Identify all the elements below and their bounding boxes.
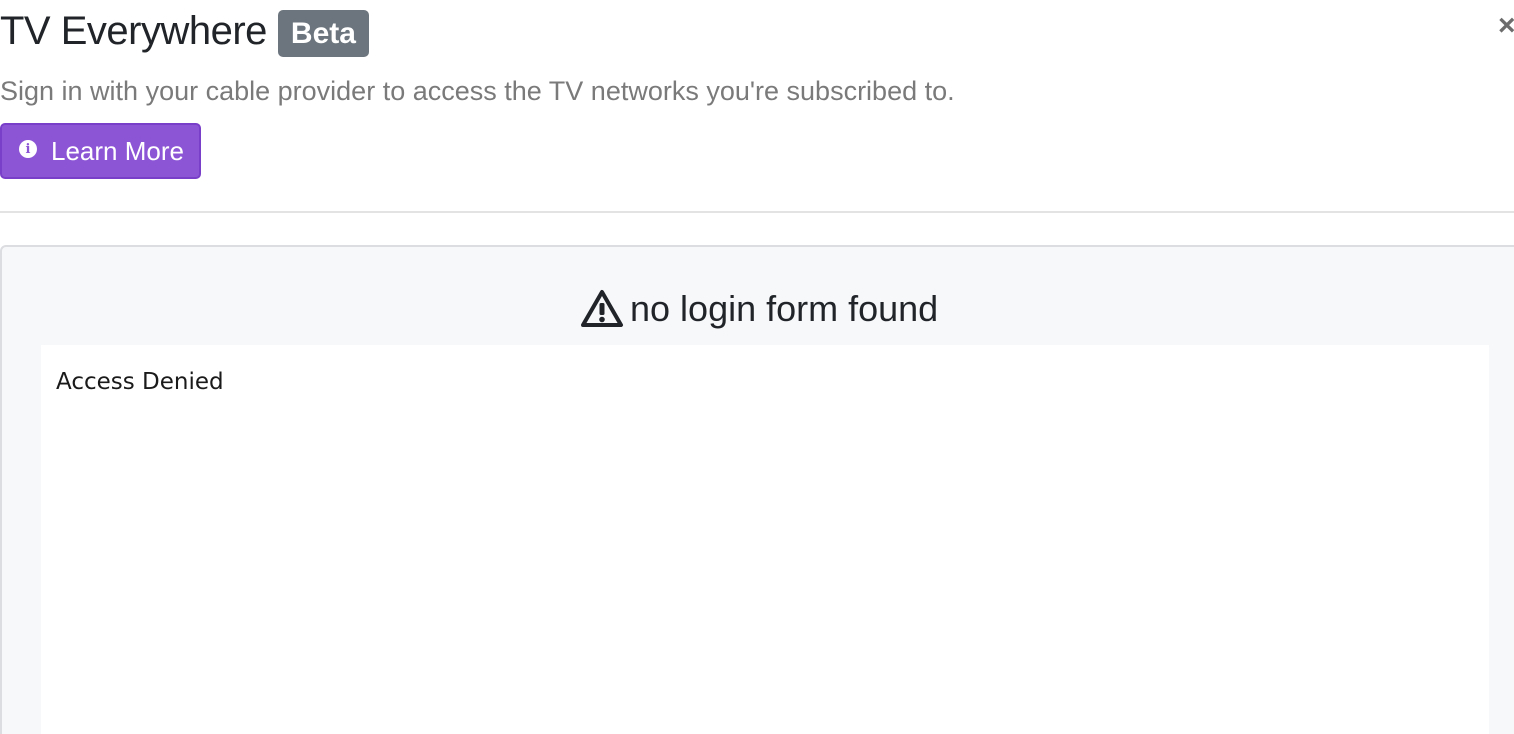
learn-more-button[interactable]: i Learn More	[0, 123, 201, 179]
learn-more-label: Learn More	[51, 136, 184, 166]
warning-triangle-icon	[581, 290, 623, 327]
page-title: TV Everywhere	[0, 9, 267, 53]
login-frame: Access Denied	[41, 345, 1489, 734]
info-circle-icon: i	[19, 140, 37, 158]
frame-message: Access Denied	[56, 369, 224, 395]
divider	[0, 211, 1514, 213]
close-icon[interactable]: ×	[1498, 11, 1514, 41]
beta-badge: Beta	[277, 9, 369, 57]
login-panel: no login form found Access Denied	[0, 245, 1514, 734]
panel-heading: no login form found	[580, 287, 938, 331]
panel-heading-text: no login form found	[630, 288, 939, 329]
dialog-header: TV Everywhere Beta	[0, 6, 369, 57]
tv-everywhere-dialog: TV Everywhere Beta × Sign in with your c…	[0, 0, 1514, 734]
page-subtitle: Sign in with your cable provider to acce…	[0, 76, 955, 106]
